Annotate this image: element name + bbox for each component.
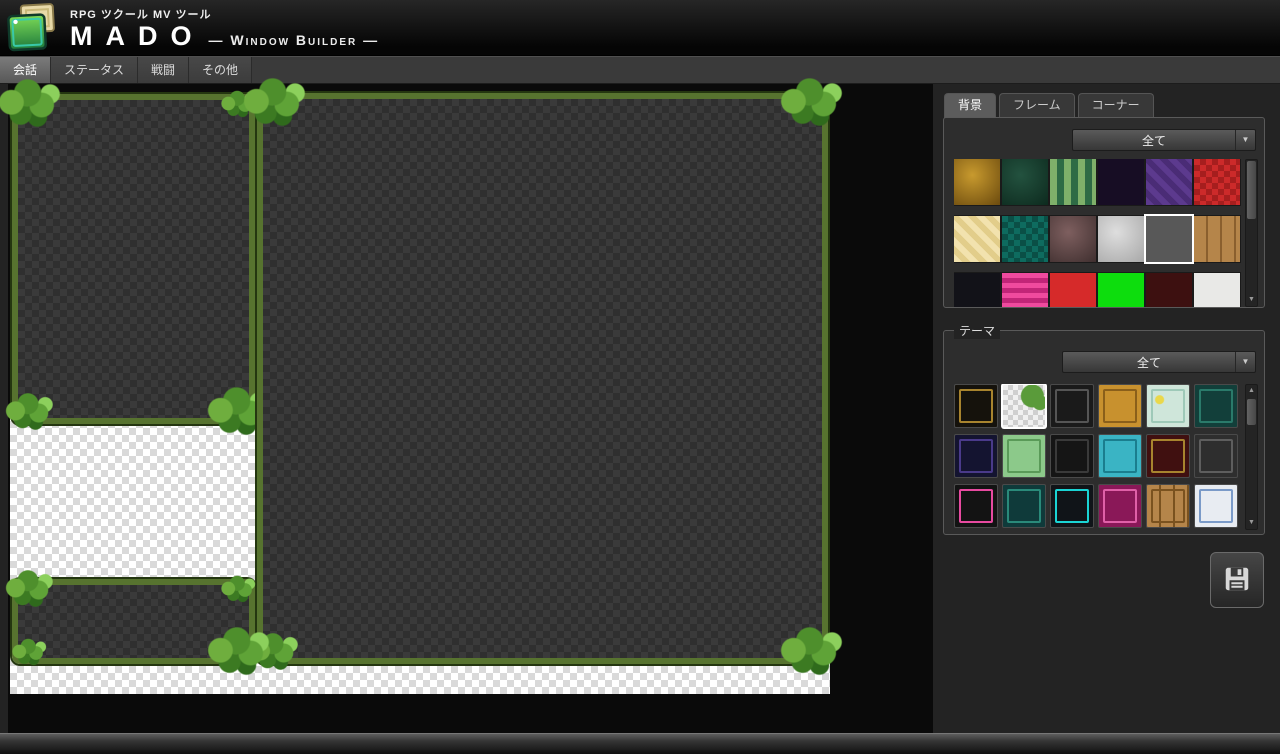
theme-filter-dropdown[interactable]: 全て ▼ [1062, 351, 1256, 373]
background-panel: 全て ▼ ▼ [943, 117, 1265, 308]
swatch-gray[interactable] [1146, 216, 1192, 262]
theme-frame-decoration [959, 439, 993, 473]
tab-conversation[interactable]: 会話 [0, 57, 51, 83]
theme-frame-decoration [1199, 389, 1233, 423]
theme-frame-decoration [1103, 489, 1137, 523]
preview-window-message[interactable] [12, 94, 255, 424]
scroll-up-icon[interactable]: ▲ [1246, 385, 1257, 397]
background-scrollbar[interactable]: ▼ [1245, 159, 1258, 307]
background-filter-value: 全て [1073, 132, 1235, 149]
window-background [263, 99, 822, 658]
theme-teal-frame[interactable] [1002, 484, 1046, 528]
tab-background[interactable]: 背景 [944, 93, 996, 118]
swatch-dark-purple[interactable] [1098, 159, 1144, 205]
scroll-down-icon[interactable]: ▼ [1246, 294, 1257, 306]
theme-frame-decoration [1055, 439, 1089, 473]
theme-panel: テーマ 全て ▼ ▲ ▼ [943, 330, 1265, 535]
mado-window-builder-app: RPG ツクール MV ツール MADO — Window Builder — … [0, 0, 1280, 754]
theme-frame-decoration [959, 489, 993, 523]
app-header: RPG ツクール MV ツール MADO — Window Builder — [0, 0, 1280, 56]
theme-frame-decoration [1199, 489, 1233, 523]
theme-wood[interactable] [1146, 484, 1190, 528]
theme-frame-decoration [1103, 439, 1137, 473]
theme-gold-corner-black[interactable] [954, 384, 998, 428]
theme-frame-decoration [1151, 389, 1185, 423]
theme-frame-decoration [1103, 389, 1137, 423]
swatch-dark-green-stone[interactable] [1002, 159, 1048, 205]
theme-blueprint[interactable] [1194, 484, 1238, 528]
app-title: MADO [70, 22, 205, 52]
background-filter-dropdown[interactable]: 全て ▼ [1072, 129, 1256, 151]
theme-frame-decoration [1007, 489, 1041, 523]
preview-window-name[interactable] [12, 579, 255, 664]
swatch-pink-stripes[interactable] [1002, 273, 1048, 307]
app-title-block: RPG ツクール MV ツール MADO — Window Builder — [70, 6, 379, 52]
theme-dark-teal[interactable] [1194, 384, 1238, 428]
swatch-gold-texture[interactable] [954, 159, 1000, 205]
theme-charcoal[interactable] [1050, 384, 1094, 428]
theme-navy-purple[interactable] [954, 434, 998, 478]
swatch-purple-weave[interactable] [1146, 159, 1192, 205]
scroll-down-icon[interactable]: ▼ [1246, 517, 1257, 529]
theme-frame-decoration [1007, 439, 1041, 473]
floppy-disk-icon [1222, 564, 1252, 597]
theme-black-pink-corner[interactable] [954, 484, 998, 528]
swatch-light-marble[interactable] [1098, 216, 1144, 262]
status-footer [0, 733, 1280, 754]
app-title-row: MADO — Window Builder — [70, 22, 379, 52]
asset-tab-bar: 背景 フレーム コーナー [944, 93, 1154, 118]
preview-canvas-area [8, 84, 933, 733]
theme-scrollbar[interactable]: ▲ ▼ [1245, 384, 1258, 530]
theme-frame-decoration [1055, 489, 1089, 523]
swatch-wood-planks[interactable] [1194, 216, 1240, 262]
tab-frame[interactable]: フレーム [999, 93, 1075, 118]
main-tab-bar: 会話 ステータス 戦闘 その他 [0, 56, 1280, 84]
swatch-teal-checker[interactable] [1002, 216, 1048, 262]
theme-frame-decoration [959, 389, 993, 423]
swatch-green-stripes[interactable] [1050, 159, 1096, 205]
app-subtitle: RPG ツクール MV ツール [70, 6, 379, 22]
theme-frame-decoration [1151, 489, 1185, 523]
theme-grid [954, 384, 1242, 530]
tab-corner[interactable]: コーナー [1078, 93, 1154, 118]
theme-maroon-gold[interactable] [1146, 434, 1190, 478]
theme-pastel-green[interactable] [1002, 434, 1046, 478]
theme-slate[interactable] [1194, 434, 1238, 478]
theme-leaf-green[interactable] [1002, 384, 1046, 428]
theme-frame-decoration [1151, 439, 1185, 473]
theme-frame-decoration [1199, 439, 1233, 473]
theme-magenta-ornate[interactable] [1098, 484, 1142, 528]
theme-filter-value: 全て [1063, 354, 1235, 371]
theme-frame-decoration [1055, 389, 1089, 423]
window-background [18, 100, 249, 418]
save-button[interactable] [1210, 552, 1264, 608]
theme-black-dotted[interactable] [1050, 434, 1094, 478]
swatch-black[interactable] [954, 273, 1000, 307]
preview-window-main[interactable] [257, 93, 828, 664]
chevron-down-icon[interactable]: ▼ [1235, 352, 1255, 372]
tab-other[interactable]: その他 [189, 57, 252, 83]
scrollbar-thumb[interactable] [1247, 161, 1256, 219]
tab-battle[interactable]: 戦闘 [138, 57, 189, 83]
swatch-bright-green[interactable] [1098, 273, 1144, 307]
app-logo-icon [5, 2, 62, 60]
scrollbar-thumb[interactable] [1247, 399, 1256, 425]
swatch-dark-maroon[interactable] [1146, 273, 1192, 307]
theme-cyan[interactable] [1098, 434, 1142, 478]
theme-section-label: テーマ [954, 322, 1000, 339]
window-background [18, 585, 249, 658]
tab-status[interactable]: ステータス [51, 57, 138, 83]
chevron-down-icon[interactable]: ▼ [1235, 130, 1255, 150]
background-swatch-grid [954, 159, 1242, 307]
theme-pale-aqua-stars[interactable] [1146, 384, 1190, 428]
swatch-cream-diamond[interactable] [954, 216, 1000, 262]
theme-amber[interactable] [1098, 384, 1142, 428]
app-tagline: — Window Builder — [209, 32, 380, 48]
swatch-red-granite[interactable] [1050, 216, 1096, 262]
swatch-red-checker[interactable] [1194, 159, 1240, 205]
swatch-white[interactable] [1194, 273, 1240, 307]
theme-cyan-frame[interactable] [1050, 484, 1094, 528]
preview-canvas [10, 92, 830, 694]
swatch-red[interactable] [1050, 273, 1096, 307]
